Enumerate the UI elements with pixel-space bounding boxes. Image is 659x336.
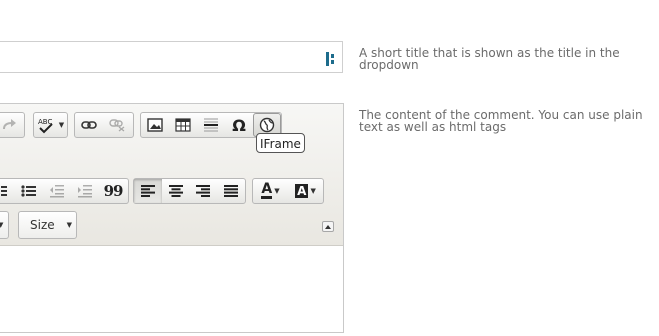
numbered-list-icon bbox=[1, 186, 7, 196]
redo-icon bbox=[3, 119, 16, 130]
chevron-down-icon: ▼ bbox=[310, 187, 316, 195]
toolbar-group-colors: A ▼ A ▼ bbox=[252, 178, 324, 204]
toolbar-group-lists: 99 bbox=[0, 178, 129, 204]
toolbar-group-align bbox=[133, 178, 246, 204]
table-button[interactable] bbox=[169, 113, 197, 137]
bulleted-list-button[interactable] bbox=[15, 179, 43, 203]
content-help-text: The content of the comment. You can use … bbox=[359, 108, 643, 134]
editor-toolbar: ABC ▼ Ω 99 A ▼ A ▼ ▼ Size ▼ bbox=[0, 104, 343, 246]
increase-indent-button[interactable] bbox=[71, 179, 99, 203]
align-center-icon bbox=[168, 185, 183, 197]
spellcheck-button[interactable]: ABC ▼ bbox=[34, 113, 67, 137]
collapse-icon bbox=[325, 224, 331, 229]
chevron-down-icon: ▼ bbox=[0, 221, 4, 229]
background-color-button[interactable]: A ▼ bbox=[288, 179, 323, 203]
link-button[interactable] bbox=[75, 113, 103, 137]
blockquote-icon: 99 bbox=[103, 182, 124, 200]
iframe-icon bbox=[259, 117, 275, 133]
chevron-down-icon: ▼ bbox=[58, 121, 65, 129]
redo-button[interactable] bbox=[0, 113, 23, 137]
text-color-button[interactable]: A ▼ bbox=[253, 179, 288, 203]
unlink-button[interactable] bbox=[103, 113, 131, 137]
table-icon bbox=[175, 118, 191, 132]
align-center-button[interactable] bbox=[162, 179, 190, 203]
align-right-button[interactable] bbox=[190, 179, 218, 203]
align-left-icon bbox=[140, 185, 155, 197]
font-size-label: Size bbox=[30, 218, 55, 232]
justify-icon bbox=[224, 185, 239, 197]
blockquote-button[interactable]: 99 bbox=[99, 179, 127, 203]
align-left-button[interactable] bbox=[134, 179, 162, 203]
justify-button[interactable] bbox=[217, 179, 245, 203]
background-color-icon: A bbox=[295, 184, 309, 198]
decrease-indent-icon bbox=[50, 185, 64, 198]
format-combo[interactable]: ▼ bbox=[0, 211, 9, 239]
font-size-combo[interactable]: Size ▼ bbox=[18, 211, 77, 239]
chevron-down-icon: ▼ bbox=[274, 187, 280, 195]
special-char-button[interactable]: Ω bbox=[225, 113, 253, 137]
iframe-tooltip: IFrame bbox=[256, 133, 305, 153]
increase-indent-icon bbox=[78, 185, 92, 198]
align-right-icon bbox=[196, 185, 211, 197]
password-manager-icon[interactable] bbox=[325, 51, 337, 67]
chevron-down-icon: ▼ bbox=[66, 221, 73, 229]
title-input[interactable] bbox=[0, 41, 343, 73]
title-help-text: A short title that is shown as the title… bbox=[359, 46, 620, 72]
horizontal-line-button[interactable] bbox=[197, 113, 225, 137]
decrease-indent-button[interactable] bbox=[43, 179, 71, 203]
toolbar-group-spellcheck: ABC ▼ bbox=[33, 112, 68, 138]
omega-icon: Ω bbox=[232, 115, 246, 135]
image-icon bbox=[147, 118, 163, 132]
text-color-icon: A bbox=[261, 181, 273, 199]
spellcheck-icon: ABC bbox=[38, 118, 53, 134]
unlink-icon bbox=[109, 119, 125, 132]
collapse-toolbar-button[interactable] bbox=[322, 221, 334, 232]
bulleted-list-icon bbox=[21, 185, 36, 197]
horizontal-line-icon bbox=[204, 118, 218, 132]
toolbar-group-links bbox=[74, 112, 134, 138]
image-button[interactable] bbox=[141, 113, 169, 137]
link-icon bbox=[81, 121, 97, 129]
toolbar-group-redo bbox=[0, 112, 25, 138]
numbered-list-button[interactable] bbox=[0, 179, 15, 203]
